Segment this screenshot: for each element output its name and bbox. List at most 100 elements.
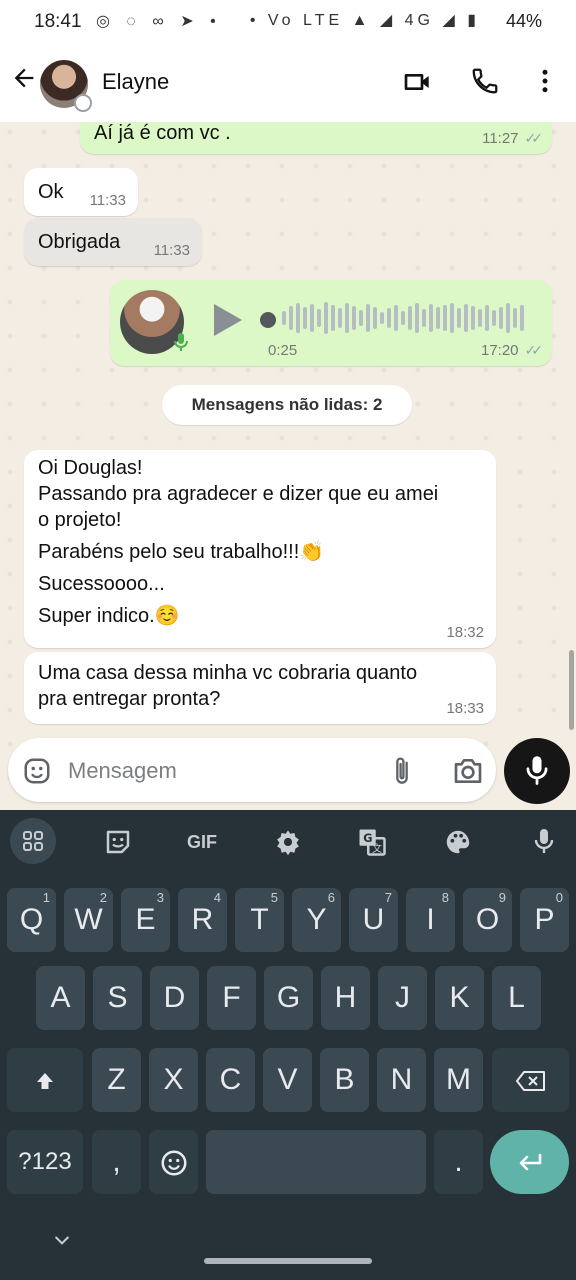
key[interactable]: P0 (520, 888, 569, 952)
comma-key[interactable]: , (92, 1130, 141, 1194)
key[interactable]: V (263, 1048, 312, 1112)
key[interactable]: N (377, 1048, 426, 1112)
space-key[interactable] (206, 1130, 426, 1194)
status-time: 18:41 (34, 11, 82, 32)
play-icon[interactable] (214, 304, 242, 336)
battery-level: 44% (505, 11, 542, 31)
attach-icon[interactable] (388, 754, 418, 788)
key[interactable]: K (435, 966, 484, 1030)
voice-record-button[interactable] (504, 738, 570, 804)
key[interactable]: M (434, 1048, 483, 1112)
message-bubble-incoming[interactable]: Obrigada 11:33 (24, 218, 202, 266)
message-bubble-outgoing[interactable]: Aí já é com vc . 11:27 ✓✓ (80, 122, 552, 154)
key[interactable]: G (264, 966, 313, 1030)
voice-duration: 0:25 (268, 342, 298, 359)
keyboard-mic-icon[interactable] (522, 822, 566, 862)
message-time: 11:27 (482, 130, 519, 147)
contact-avatar[interactable] (40, 60, 92, 112)
key[interactable]: O9 (463, 888, 512, 952)
message-time: 11:33 (89, 192, 126, 209)
message-text: Obrigada (38, 231, 121, 253)
key[interactable]: A (36, 966, 85, 1030)
status-signal-icons: • Vo LTE ▲ ◢ 4G ◢ ▮ (249, 12, 480, 29)
key[interactable]: Q1 (7, 888, 56, 952)
message-text: Aí já é com vc . (94, 122, 231, 144)
hide-keyboard-chevron-icon[interactable] (52, 1230, 72, 1250)
message-line: Sucessoooo... (38, 573, 165, 595)
message-bubble-incoming[interactable]: Ok 11:33 (24, 168, 138, 216)
key[interactable]: R4 (178, 888, 227, 952)
status-bar: 18:41 ◎ ◌ ∞ ➤ • • Vo LTE ▲ ◢ 4G ◢ ▮ 44% (0, 0, 576, 44)
sticker-icon[interactable] (96, 822, 140, 862)
message-text: Oi Douglas! Passando pra agradecer e diz… (38, 455, 438, 629)
key[interactable]: U7 (349, 888, 398, 952)
key[interactable]: I8 (406, 888, 455, 952)
phone-icon[interactable] (470, 66, 504, 100)
message-bubble-incoming[interactable]: Uma casa dessa minha vc cobraria quanto … (24, 652, 496, 724)
message-text: Ok (38, 181, 64, 203)
key[interactable]: F (207, 966, 256, 1030)
contact-name[interactable]: Elayne (102, 69, 169, 95)
emoji-icon[interactable] (22, 756, 52, 786)
palette-icon[interactable] (436, 822, 480, 862)
message-composer (8, 738, 496, 802)
key[interactable]: T5 (235, 888, 284, 952)
message-meta: 17:20 ✓✓ (480, 342, 544, 359)
camera-icon[interactable] (452, 756, 484, 786)
key[interactable]: B (320, 1048, 369, 1112)
message-line: Super indico.☺️ (38, 605, 180, 627)
enter-icon (519, 1153, 541, 1171)
chat-area[interactable]: Aí já é com vc . 11:27 ✓✓ Ok 11:33 Obriga… (0, 122, 576, 808)
shift-icon (37, 1073, 53, 1090)
status-notification-icons: ◎ ◌ ∞ ➤ • (96, 13, 222, 30)
double-check-icon: ✓✓ (524, 342, 544, 358)
message-line: pra entregar pronta? (38, 688, 221, 710)
key[interactable]: H (321, 966, 370, 1030)
gif-button[interactable]: GIF (180, 822, 224, 862)
smiley-icon (161, 1150, 186, 1176)
key[interactable]: X (149, 1048, 198, 1112)
period-key[interactable]: . (434, 1130, 483, 1194)
apps-grid-icon[interactable] (10, 818, 56, 864)
message-time: 11:33 (153, 242, 190, 259)
back-arrow-icon[interactable] (10, 64, 38, 100)
chat-scrollbar[interactable] (569, 650, 574, 730)
home-gesture-bar[interactable] (204, 1258, 372, 1264)
message-text: Uma casa dessa minha vc cobraria quanto … (38, 660, 417, 712)
waveform (282, 302, 532, 338)
message-time: 17:20 (480, 342, 519, 359)
key[interactable]: L (492, 966, 541, 1030)
message-bubble-incoming[interactable]: Oi Douglas! Passando pra agradecer e diz… (24, 450, 496, 648)
message-line: o projeto! (38, 509, 122, 531)
chat-header: Elayne (0, 44, 576, 122)
unread-messages-banner: Mensagens não lidas: 2 (162, 385, 412, 425)
key[interactable]: C (206, 1048, 255, 1112)
enter-key[interactable] (490, 1130, 569, 1194)
more-vert-icon[interactable] (530, 66, 564, 100)
key[interactable]: S (93, 966, 142, 1030)
playback-slider-thumb[interactable] (260, 312, 276, 328)
backspace-key[interactable] (492, 1048, 569, 1112)
mic-icon (526, 756, 548, 785)
settings-icon[interactable] (266, 822, 310, 862)
soft-keyboard: GIF G文 Q1 W2 E3 R4 T5 Y6 U7 I8 O9 P0 A S… (0, 810, 576, 1280)
emoji-key[interactable] (149, 1130, 198, 1194)
double-check-icon: ✓✓ (524, 130, 544, 146)
symbols-key[interactable]: ?123 (7, 1130, 83, 1194)
key[interactable]: D (150, 966, 199, 1030)
shift-key[interactable] (7, 1048, 83, 1112)
translate-icon[interactable]: G文 (350, 822, 394, 862)
key[interactable]: W2 (64, 888, 113, 952)
status-ring-icon (74, 94, 92, 112)
keyboard-toolbar: GIF G文 (0, 810, 576, 872)
message-time: 18:32 (446, 624, 484, 641)
video-call-icon[interactable] (402, 66, 436, 100)
key[interactable]: J (378, 966, 427, 1030)
voice-message-bubble[interactable]: 0:25 17:20 ✓✓ (110, 280, 552, 366)
message-line: Parabéns pelo seu trabalho!!!👏 (38, 541, 325, 563)
key[interactable]: E3 (121, 888, 170, 952)
key[interactable]: Y6 (292, 888, 341, 952)
message-time: 18:33 (446, 700, 484, 717)
message-input[interactable] (66, 752, 370, 790)
key[interactable]: Z (92, 1048, 141, 1112)
